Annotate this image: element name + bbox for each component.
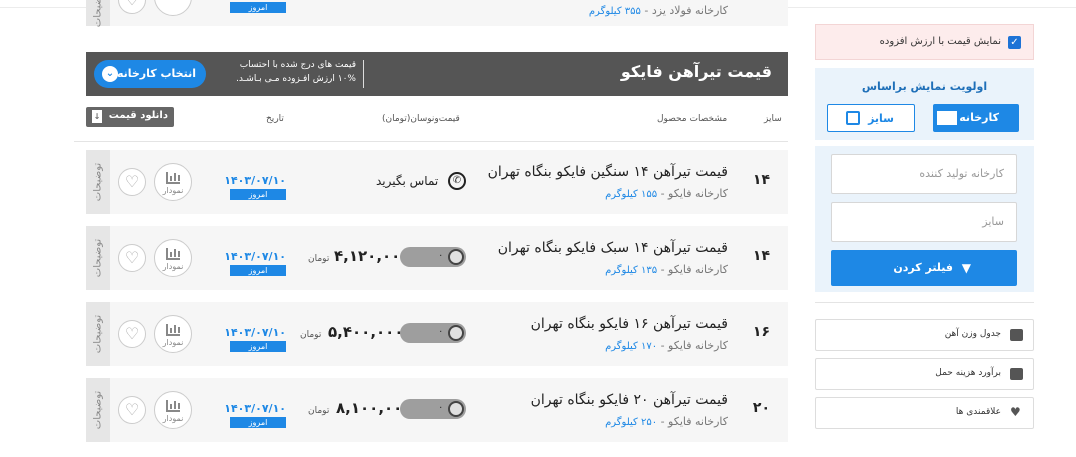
toggle-knob xyxy=(448,401,464,417)
favorite-heart-icon[interactable]: ♡ xyxy=(118,320,146,348)
link-weight-table[interactable]: جدول وزن آهن xyxy=(815,319,1034,351)
product-title[interactable]: قیمت تیرآهن ۱۴ سنگین فایکو بنگاه تهران xyxy=(488,164,728,180)
favorite-heart-icon[interactable]: ♡ xyxy=(118,396,146,424)
producer-input[interactable]: کارخانه تولید کننده xyxy=(831,154,1017,194)
description-tab[interactable]: توضیحات xyxy=(86,150,110,214)
date-badge: ۱۴۰۳/۰۷/۱۰ امروز xyxy=(224,326,286,352)
select-factory-button[interactable]: ⌄ انتخاب کارخانه xyxy=(94,60,206,88)
divider xyxy=(815,302,1034,303)
column-header-specs: مشخصات محصول xyxy=(657,114,728,124)
size-value: ۱۶ xyxy=(752,324,770,340)
column-header-date: تاریخ xyxy=(266,114,284,124)
vat-label: نمایش قیمت با ارزش افزوده xyxy=(879,36,1001,47)
price-value: ۴,۱۲۰,۰۰۰ xyxy=(334,247,410,265)
price-value: ۵,۴۰۰,۰۰۰ xyxy=(328,323,404,341)
table-row-partial: توضیحات ♡ امروز کارخانه فولاد یزد - ۳۵۵ … xyxy=(86,0,788,27)
price-chart-button[interactable]: نمودار xyxy=(154,315,192,353)
description-tab[interactable]: توضیحات xyxy=(86,378,110,442)
truck-icon xyxy=(1010,368,1023,380)
chart-icon xyxy=(166,172,180,184)
price-change-toggle[interactable]: ۰ xyxy=(400,323,466,343)
vat-checkbox[interactable]: ✓ xyxy=(1008,36,1021,49)
phone-icon: ✆ xyxy=(448,172,466,190)
download-icon: ↓ xyxy=(92,110,102,123)
size-input[interactable]: سایز xyxy=(831,202,1017,242)
price-chart-button[interactable]: نمودار xyxy=(154,163,192,201)
chart-icon xyxy=(166,248,180,260)
chart-icon xyxy=(166,400,180,412)
toggle-knob xyxy=(448,249,464,265)
factory-icon xyxy=(937,111,957,125)
price-chart-button[interactable] xyxy=(154,0,192,16)
date-badge: امروز xyxy=(230,0,286,13)
product-subtitle: کارخانه فایکو - ۱۷۰ کیلوگرم xyxy=(605,339,728,352)
heart-icon: ♥ xyxy=(1010,405,1021,419)
product-subtitle: کارخانه فایکو - ۱۳۵ کیلوگرم xyxy=(605,263,728,276)
favorite-heart-icon[interactable]: ♡ xyxy=(118,0,146,14)
price-table-header: قیمت تیرآهن فایکو قیمت های درج شده با اح… xyxy=(86,52,788,96)
size-value: ۱۴ xyxy=(752,172,770,188)
chart-icon xyxy=(166,324,180,336)
date-badge: ۱۴۰۳/۰۷/۱۰ امروز xyxy=(224,402,286,428)
priority-title: اولویت نمایش براساس xyxy=(861,80,988,93)
currency-unit: تومان xyxy=(300,330,322,340)
product-subtitle: کارخانه فولاد یزد - ۳۵۵ کیلوگرم xyxy=(588,4,728,17)
price-chart-button[interactable]: نمودار xyxy=(154,391,192,429)
product-title[interactable]: قیمت تیرآهن ۲۰ فایکو بنگاه تهران xyxy=(531,392,728,408)
table-row: توضیحات ♡ نمودار ۱۴۰۳/۰۷/۱۰ امروز تومان … xyxy=(86,226,788,290)
toggle-knob xyxy=(448,325,464,341)
camera-icon xyxy=(1010,329,1023,341)
table-row: توضیحات ♡ نمودار ۱۴۰۳/۰۷/۱۰ امروز تماس ب… xyxy=(86,150,788,214)
size-value: ۲۰ xyxy=(752,400,770,416)
crop-icon xyxy=(846,111,860,125)
table-row: توضیحات ♡ نمودار ۱۴۰۳/۰۷/۱۰ امروز تومان … xyxy=(86,378,788,442)
page-title: قیمت تیرآهن فایکو xyxy=(620,62,772,81)
divider xyxy=(74,141,788,142)
currency-unit: تومان xyxy=(308,406,330,416)
price-change-toggle[interactable]: ۰ xyxy=(400,399,466,419)
tab-factory[interactable]: کارخانه xyxy=(933,104,1019,132)
product-title[interactable]: قیمت تیرآهن ۱۴ سبک فایکو بنگاه تهران xyxy=(498,240,728,256)
date-badge: ۱۴۰۳/۰۷/۱۰ امروز xyxy=(224,174,286,200)
favorite-heart-icon[interactable]: ♡ xyxy=(118,244,146,272)
tab-size[interactable]: سایز xyxy=(827,104,915,132)
description-tab[interactable]: توضیحات xyxy=(86,226,110,290)
favorite-heart-icon[interactable]: ♡ xyxy=(118,168,146,196)
filter-button[interactable]: ▼ فیلتر کردن xyxy=(831,250,1017,286)
column-header-price: قیمت‌ونوسان(تومان) xyxy=(382,114,460,124)
contact-text[interactable]: تماس بگیرید xyxy=(376,174,438,188)
vat-toggle-box[interactable]: ✓ نمایش قیمت با ارزش افزوده xyxy=(815,24,1034,60)
currency-unit: تومان xyxy=(308,254,330,264)
price-chart-button[interactable]: نمودار xyxy=(154,239,192,277)
date-badge: ۱۴۰۳/۰۷/۱۰ امروز xyxy=(224,250,286,276)
product-subtitle: کارخانه فایکو - ۱۵۵ کیلوگرم xyxy=(605,187,728,200)
table-row: توضیحات ♡ نمودار ۱۴۰۳/۰۷/۱۰ امروز تومان … xyxy=(86,302,788,366)
link-favorites[interactable]: ♥ علاقمندی ها xyxy=(815,397,1034,429)
link-shipping-cost[interactable]: برآورد هزینه حمل xyxy=(815,358,1034,390)
size-value: ۱۴ xyxy=(752,248,770,264)
vat-note: قیمت های درج شده با احتساب ۱۰% ارزش افـز… xyxy=(236,60,356,84)
filter-panel: کارخانه تولید کننده سایز ▼ فیلتر کردن xyxy=(815,146,1034,292)
download-price-button[interactable]: ↓ دانلود قیمت xyxy=(86,107,174,127)
chevron-down-icon: ⌄ xyxy=(102,66,118,82)
divider xyxy=(363,60,364,88)
column-header-size: سایز xyxy=(764,114,782,124)
price-change-toggle[interactable]: ۰ xyxy=(400,247,466,267)
filter-icon: ▼ xyxy=(961,261,971,275)
product-subtitle: کارخانه فایکو - ۲۵۰ کیلوگرم xyxy=(605,415,728,428)
product-title[interactable]: قیمت تیرآهن ۱۶ فایکو بنگاه تهران xyxy=(531,316,728,332)
description-tab[interactable]: توضیحات xyxy=(86,0,110,27)
description-tab[interactable]: توضیحات xyxy=(86,302,110,366)
display-priority-box: اولویت نمایش براساس کارخانه سایز xyxy=(815,68,1034,140)
